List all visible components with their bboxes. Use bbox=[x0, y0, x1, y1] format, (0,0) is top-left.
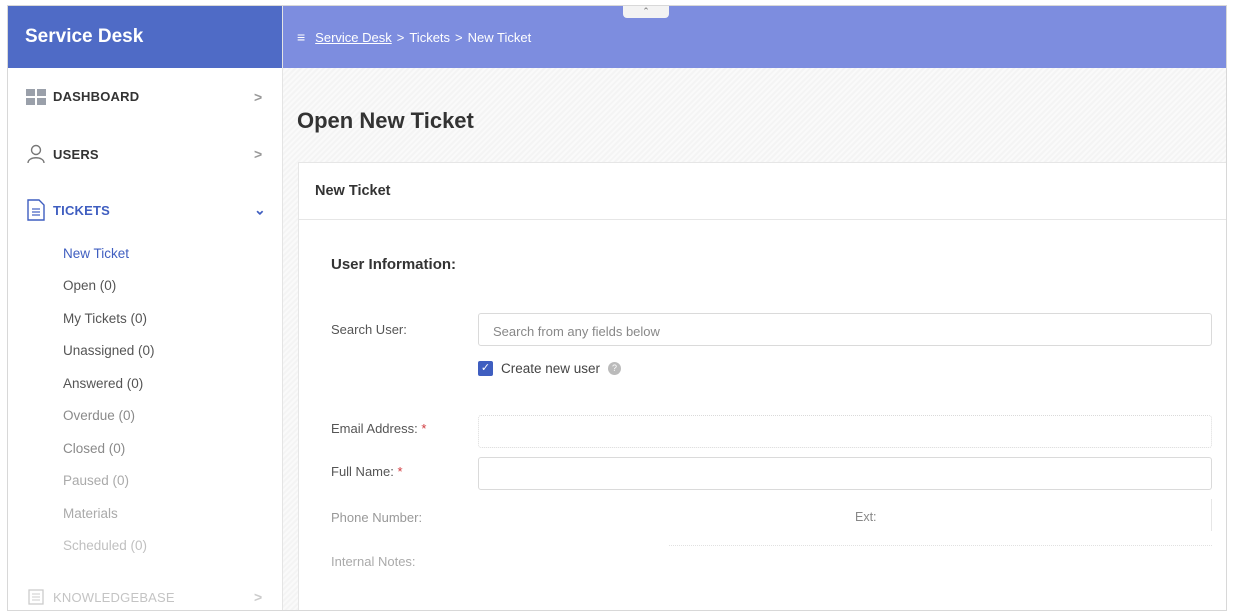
dashboard-icon bbox=[25, 86, 47, 108]
internal-notes-field[interactable] bbox=[669, 545, 1212, 546]
sidebar-item-tickets[interactable]: TICKETS ⌄ bbox=[8, 183, 282, 237]
submenu-my-tickets[interactable]: My Tickets (0) bbox=[63, 302, 282, 335]
create-new-user-label: Create new user bbox=[501, 361, 601, 376]
phone-field[interactable] bbox=[478, 499, 1212, 531]
chevron-right-icon: > bbox=[254, 88, 263, 105]
help-icon[interactable]: ? bbox=[608, 362, 622, 375]
submenu-paused[interactable]: Paused (0) bbox=[63, 465, 282, 498]
required-mark: * bbox=[397, 464, 403, 479]
breadcrumb-separator: > bbox=[396, 29, 405, 45]
sidebar-item-knowledgebase[interactable]: KNOWLEDGEBASE > bbox=[8, 568, 282, 610]
full-name-field[interactable] bbox=[478, 457, 1212, 490]
main-content: Open New Ticket New Ticket User Informat… bbox=[283, 68, 1226, 610]
sidebar-item-dashboard[interactable]: DASHBOARD > bbox=[8, 68, 282, 125]
submenu-new-ticket[interactable]: New Ticket bbox=[63, 237, 282, 270]
breadcrumb-service-desk[interactable]: Service Desk bbox=[315, 30, 392, 45]
submenu-unassigned[interactable]: Unassigned (0) bbox=[63, 335, 282, 368]
app-window: Service Desk DASHBOARD > USERS > TICKETS… bbox=[7, 5, 1227, 611]
ticket-icon bbox=[25, 199, 47, 221]
full-name-label-text: Full Name: bbox=[331, 464, 394, 479]
email-label: Email Address: * bbox=[331, 421, 426, 436]
section-title: User Information: bbox=[331, 256, 457, 273]
search-user-input[interactable]: Search from any fields below bbox=[478, 313, 1212, 346]
sidebar-item-users[interactable]: USERS > bbox=[8, 125, 282, 183]
breadcrumb-new-ticket: New Ticket bbox=[467, 29, 532, 45]
internal-notes-label: Internal Notes: bbox=[331, 554, 416, 569]
collapse-header-tab[interactable]: ⌃ bbox=[623, 6, 669, 18]
hamburger-menu-icon[interactable]: ≡ bbox=[297, 29, 305, 45]
breadcrumb-tickets[interactable]: Tickets bbox=[409, 30, 450, 45]
sidebar-item-label: TICKETS bbox=[53, 202, 111, 218]
full-name-label: Full Name: * bbox=[331, 464, 403, 479]
new-ticket-card: New Ticket User Information: Search User… bbox=[298, 162, 1226, 610]
sidebar-item-label: DASHBOARD bbox=[53, 89, 140, 104]
chevron-right-icon: > bbox=[254, 589, 263, 605]
tickets-submenu: New Ticket Open (0) My Tickets (0) Unass… bbox=[8, 237, 282, 562]
email-label-text: Email Address: bbox=[331, 421, 418, 436]
sidebar: Service Desk DASHBOARD > USERS > TICKETS… bbox=[8, 6, 283, 610]
submenu-open[interactable]: Open (0) bbox=[63, 270, 282, 303]
card-title: New Ticket bbox=[299, 163, 1226, 220]
create-new-user-checkbox[interactable]: ✓ Create new user ? bbox=[478, 361, 622, 376]
checkbox-checked-icon[interactable]: ✓ bbox=[478, 361, 493, 376]
sidebar-item-label: KNOWLEDGEBASE bbox=[53, 589, 175, 605]
sidebar-item-label: USERS bbox=[53, 146, 99, 162]
submenu-answered[interactable]: Answered (0) bbox=[63, 367, 282, 400]
search-user-label: Search User: bbox=[331, 322, 407, 337]
user-icon bbox=[25, 143, 47, 165]
submenu-materials[interactable]: Materials bbox=[63, 497, 282, 530]
email-field[interactable] bbox=[478, 415, 1212, 448]
knowledgebase-icon bbox=[25, 586, 47, 608]
chevron-down-icon: ⌄ bbox=[254, 201, 266, 218]
breadcrumb-separator: > bbox=[455, 29, 463, 45]
page-title: Open New Ticket bbox=[297, 108, 474, 133]
submenu-overdue[interactable]: Overdue (0) bbox=[63, 400, 282, 433]
phone-label: Phone Number: bbox=[331, 510, 423, 525]
submenu-closed[interactable]: Closed (0) bbox=[63, 432, 282, 465]
chevron-right-icon: > bbox=[254, 146, 263, 162]
submenu-scheduled[interactable]: Scheduled (0) bbox=[63, 530, 282, 563]
brand-title[interactable]: Service Desk bbox=[8, 6, 282, 68]
top-bar: ≡ Service Desk > Tickets > New Ticket ⌃ bbox=[283, 6, 1226, 68]
required-mark: * bbox=[421, 421, 427, 436]
